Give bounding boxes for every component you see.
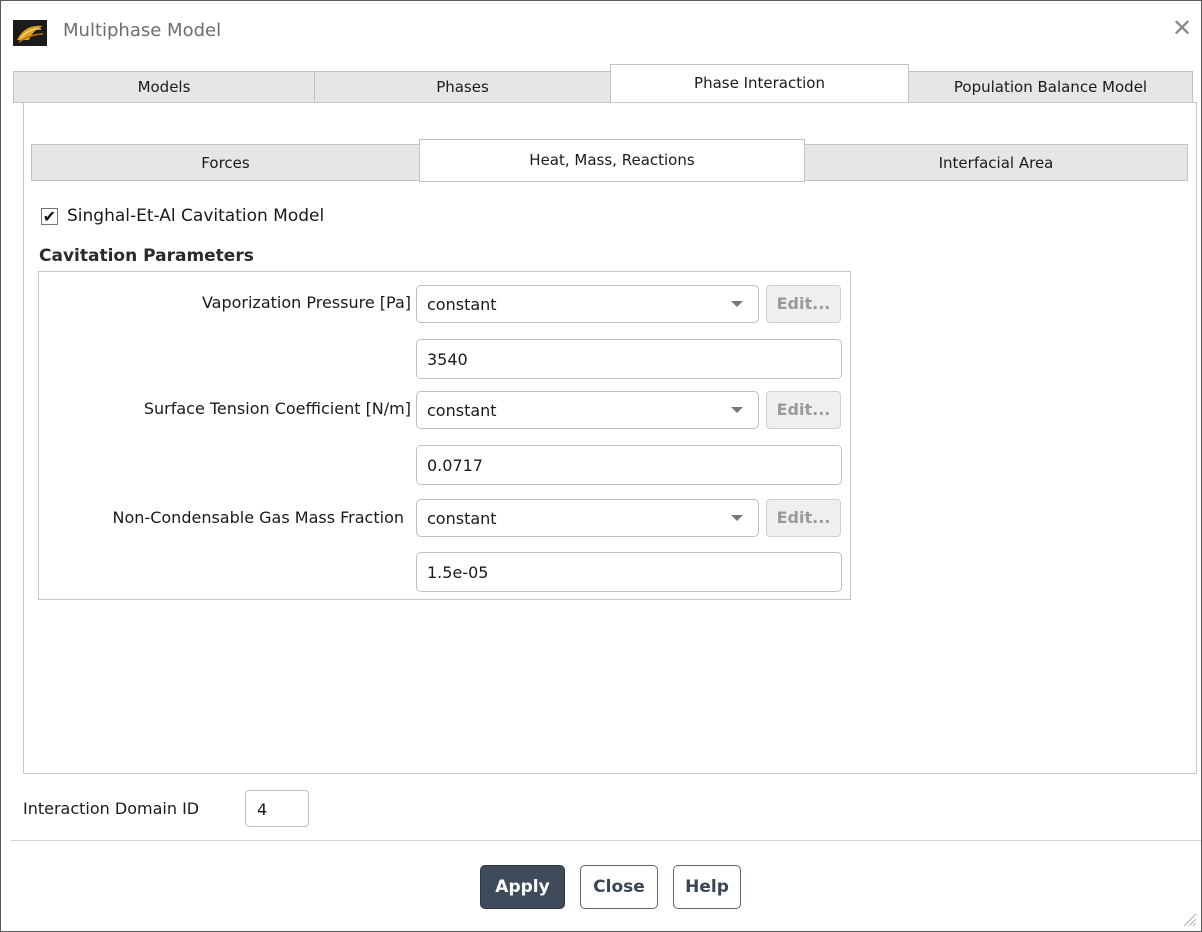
cavitation-model-checkbox[interactable]: ✔: [41, 208, 58, 225]
input-value: 3540: [427, 350, 468, 369]
multiphase-model-dialog: Multiphase Model ✕ Models Phases Phase I…: [0, 0, 1202, 932]
chevron-down-icon: [731, 515, 743, 521]
vaporization-pressure-input[interactable]: 3540: [416, 339, 842, 379]
select-value: constant: [427, 401, 497, 420]
chevron-down-icon: [731, 301, 743, 307]
select-value: constant: [427, 295, 497, 314]
resize-grip-icon[interactable]: [1181, 911, 1197, 927]
tab-phases[interactable]: Phases: [314, 71, 611, 103]
tab-phase-interaction[interactable]: Phase Interaction: [610, 64, 909, 104]
input-value: 0.0717: [427, 456, 483, 475]
gas-mass-fraction-method-select[interactable]: constant: [416, 499, 759, 537]
vaporization-pressure-method-select[interactable]: constant: [416, 285, 759, 323]
tab-models[interactable]: Models: [13, 71, 315, 103]
tab-forces[interactable]: Forces: [31, 144, 420, 181]
apply-button[interactable]: Apply: [480, 865, 565, 909]
gas-mass-fraction-label: Non-Condensable Gas Mass Fraction: [112, 508, 404, 527]
title-bar: Multiphase Model ✕: [1, 1, 1201, 63]
input-value: 1.5e-05: [427, 563, 489, 582]
window-title: Multiphase Model: [63, 20, 222, 41]
tab-population-balance-model[interactable]: Population Balance Model: [908, 71, 1193, 103]
window-close-icon[interactable]: ✕: [1171, 16, 1193, 40]
tab-interfacial-area[interactable]: Interfacial Area: [804, 144, 1188, 181]
chevron-down-icon: [731, 407, 743, 413]
interaction-domain-value: 4: [257, 800, 268, 819]
surface-tension-input[interactable]: 0.0717: [416, 445, 842, 485]
gas-mass-fraction-input[interactable]: 1.5e-05: [416, 552, 842, 592]
vaporization-pressure-label: Vaporization Pressure [Pa]: [201, 293, 411, 312]
tab-heat-mass-reactions[interactable]: Heat, Mass, Reactions: [419, 139, 805, 182]
divider: [11, 840, 1201, 841]
cavitation-parameters-title: Cavitation Parameters: [39, 246, 254, 266]
fluent-app-icon: [13, 20, 47, 46]
vaporization-pressure-edit-button[interactable]: Edit...: [766, 285, 841, 323]
surface-tension-method-select[interactable]: constant: [416, 391, 759, 429]
select-value: constant: [427, 509, 497, 528]
surface-tension-edit-button[interactable]: Edit...: [766, 391, 841, 429]
main-tab-bar: Models Phases Phase Interaction Populati…: [13, 64, 1193, 104]
interaction-domain-label: Interaction Domain ID: [23, 799, 200, 818]
cavitation-model-label: Singhal-Et-Al Cavitation Model: [67, 206, 325, 226]
gas-mass-fraction-edit-button[interactable]: Edit...: [766, 499, 841, 537]
help-button[interactable]: Help: [673, 865, 741, 909]
close-button[interactable]: Close: [580, 865, 658, 909]
surface-tension-label: Surface Tension Coefficient [N/m]: [143, 399, 411, 418]
interaction-domain-field: 4: [245, 790, 309, 827]
